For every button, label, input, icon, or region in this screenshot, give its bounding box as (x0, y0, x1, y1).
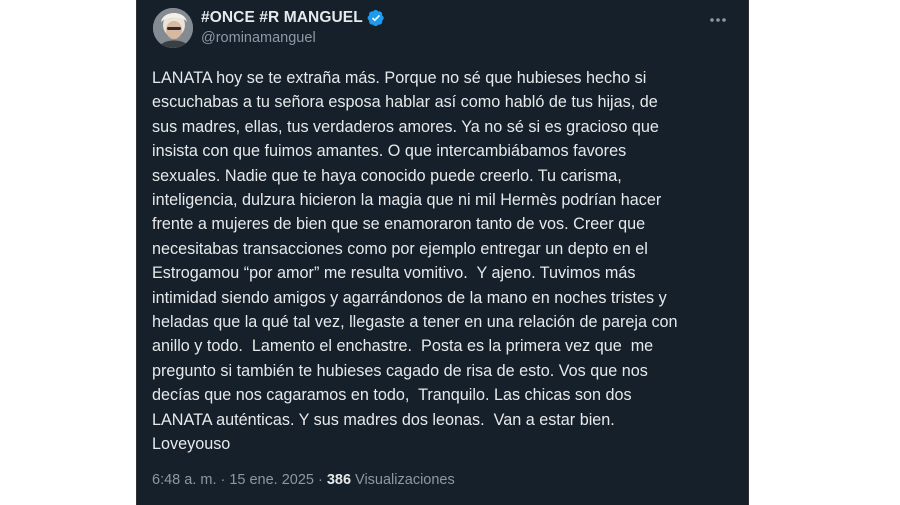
display-name[interactable]: #ONCE #R MANGUEL (201, 9, 363, 27)
tweet-date[interactable]: 15 ene. 2025 (229, 472, 314, 488)
meta-separator: · (318, 472, 323, 488)
name-row: #ONCE #R MANGUEL (201, 9, 385, 27)
avatar[interactable] (153, 8, 193, 48)
views-label: Visualizaciones (355, 472, 455, 488)
verified-badge-icon (367, 9, 385, 27)
tweet-time[interactable]: 6:48 a. m. (152, 472, 216, 488)
meta-separator: · (220, 472, 226, 488)
tweet-card: #ONCE #R MANGUEL @rominamanguel LANATA h… (136, 0, 749, 505)
tweet-meta: 6:48 a. m. · 15 ene. 2025 · 386 Visualiz… (152, 472, 455, 488)
views-count: 386 (326, 472, 352, 488)
more-options-button[interactable] (706, 10, 730, 30)
user-handle[interactable]: @rominamanguel (201, 30, 316, 46)
more-options-icon (710, 18, 726, 22)
tweet-text: LANATA hoy se te extraña más. Porque no … (152, 69, 678, 454)
avatar-photo-icon (153, 8, 193, 48)
